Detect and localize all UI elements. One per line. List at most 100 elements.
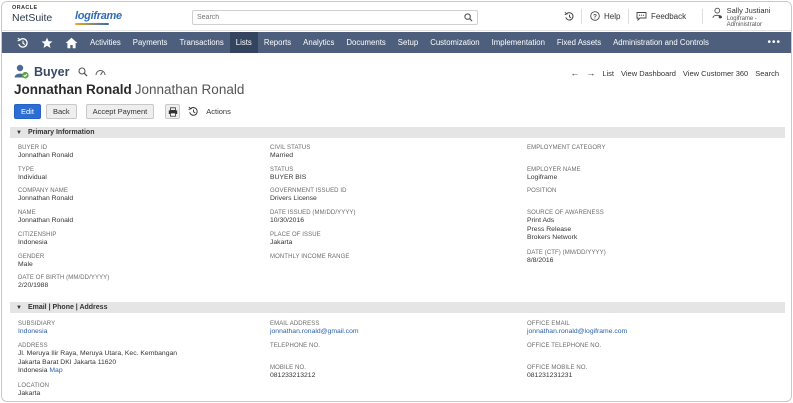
field-address: ADDRESS Jl. Meruya Ilir Raya, Meruya Uta… bbox=[18, 343, 177, 376]
view-dashboard-link[interactable]: View Dashboard bbox=[621, 69, 676, 78]
edit-button[interactable]: Edit bbox=[14, 104, 41, 119]
field-label: OFFICE TELEPHONE NO. bbox=[527, 343, 602, 349]
user-role: Logiframe - Administrator bbox=[726, 15, 762, 28]
field-label: EMPLOYER NAME bbox=[527, 167, 581, 173]
nav-fixed-assets[interactable]: Fixed Assets bbox=[551, 32, 607, 53]
top-bar-divider bbox=[628, 9, 629, 24]
record-name: Jonnathan Ronald bbox=[14, 82, 132, 97]
section-header-primary-information[interactable]: ▼ Primary Information bbox=[10, 127, 785, 138]
field-email-address: EMAIL ADDRESS jonnathan.ronald@gmail.com bbox=[270, 321, 359, 337]
field-label: GENDER bbox=[18, 254, 45, 260]
nav-reports[interactable]: Reports bbox=[258, 32, 297, 53]
nav-analytics[interactable]: Analytics bbox=[297, 32, 340, 53]
actions-menu[interactable]: Actions bbox=[206, 107, 231, 116]
section-title: Primary Information bbox=[27, 129, 95, 136]
company-logo: logiframe bbox=[75, 10, 122, 25]
record-name-secondary: Jonnathan Ronald bbox=[134, 82, 245, 97]
feedback-icon bbox=[636, 12, 647, 21]
section-title: Email | Phone | Address bbox=[27, 304, 108, 311]
field-value: Indonesia bbox=[18, 239, 48, 247]
nav-customization[interactable]: Customization bbox=[424, 32, 485, 53]
field-value: Press Release bbox=[527, 225, 572, 233]
dashboard-gauge-icon[interactable] bbox=[95, 67, 106, 77]
netsuite-wordmark: NetSuite bbox=[12, 11, 53, 24]
accept-payment-button[interactable]: Accept Payment bbox=[85, 104, 155, 119]
user-menu[interactable]: Sally Justiani Logiframe - Administrator bbox=[712, 6, 791, 28]
field-date-of-birth: DATE OF BIRTH (MM/DD/YYYY) 2/20/1988 bbox=[18, 275, 109, 291]
help-link[interactable]: ? Help bbox=[590, 11, 620, 21]
field-status: STATUS BUYER BIS bbox=[270, 167, 306, 183]
help-label: Help bbox=[604, 11, 621, 21]
nav-more-menu[interactable]: ••• bbox=[767, 32, 781, 53]
field-label: SOURCE OF AWARENESS bbox=[527, 210, 604, 216]
global-search-input[interactable] bbox=[193, 11, 453, 24]
field-value: Indonesia bbox=[18, 367, 48, 375]
nav-documents[interactable]: Documents bbox=[340, 32, 391, 53]
netsuite-logo[interactable]: ORACLE NetSuite bbox=[12, 5, 53, 24]
chevron-down-icon[interactable]: ▼ bbox=[16, 305, 22, 311]
map-link[interactable]: Map bbox=[49, 367, 62, 374]
field-value[interactable]: jonnathan.ronald@gmail.com bbox=[270, 328, 359, 336]
print-button[interactable] bbox=[165, 104, 181, 119]
nav-payments[interactable]: Payments bbox=[127, 32, 174, 53]
record-search-link[interactable]: Search bbox=[755, 69, 779, 78]
company-logo-text: logiframe bbox=[75, 10, 122, 22]
field-label: DATE ISSUED (MM/DD/YYYY) bbox=[270, 210, 356, 216]
record-search-icon[interactable] bbox=[78, 66, 88, 77]
nav-setup[interactable]: Setup bbox=[392, 32, 424, 53]
favorites-star-icon[interactable] bbox=[38, 32, 56, 53]
nav-administration-and-controls[interactable]: Administration and Controls bbox=[607, 32, 715, 53]
recent-records-icon[interactable] bbox=[564, 11, 575, 22]
app-window: ORACLE NetSuite logiframe ? Help Feedbac… bbox=[1, 1, 792, 402]
feedback-label: Feedback bbox=[651, 11, 687, 21]
field-telephone-no: TELEPHONE NO. bbox=[270, 343, 320, 350]
field-buyer-id: BUYER ID Jonnathan Ronald bbox=[18, 145, 73, 161]
field-value: Logiframe bbox=[527, 174, 558, 182]
field-value[interactable]: Indonesia bbox=[18, 328, 55, 336]
nav-lists[interactable]: Lists bbox=[229, 32, 258, 53]
field-gender: GENDER Male bbox=[18, 254, 44, 270]
top-bar: ORACLE NetSuite logiframe ? Help Feedbac… bbox=[2, 2, 791, 31]
field-office-telephone-no: OFFICE TELEPHONE NO. bbox=[527, 343, 601, 350]
field-type: TYPE Individual bbox=[18, 167, 47, 183]
recent-icon[interactable] bbox=[14, 32, 32, 53]
home-icon[interactable] bbox=[62, 32, 80, 53]
field-label: NAME bbox=[18, 210, 36, 216]
field-label: EMAIL ADDRESS bbox=[270, 321, 320, 327]
next-record-arrow-icon[interactable]: → bbox=[586, 68, 595, 78]
history-icon[interactable] bbox=[188, 106, 199, 117]
field-date-issued: DATE ISSUED (MM/DD/YYYY) 10/30/2016 bbox=[270, 210, 356, 226]
feedback-link[interactable]: Feedback bbox=[636, 11, 686, 21]
field-value: 10/30/2016 bbox=[270, 217, 305, 225]
back-button[interactable]: Back bbox=[45, 104, 77, 119]
user-name: Sally Justiani bbox=[726, 6, 771, 15]
record-button-bar: Edit Back Accept Payment Actions bbox=[14, 104, 231, 119]
list-link[interactable]: List bbox=[602, 69, 614, 78]
nav-activities[interactable]: Activities bbox=[84, 32, 127, 53]
field-label: ADDRESS bbox=[18, 343, 48, 349]
top-bar-divider bbox=[702, 9, 703, 24]
section-header-email-phone-address[interactable]: ▼ Email | Phone | Address bbox=[10, 302, 785, 313]
view-customer-360-link[interactable]: View Customer 360 bbox=[683, 69, 748, 78]
field-citizenship: CITIZENSHIP Indonesia bbox=[18, 232, 56, 248]
field-civil-status: CIVIL STATUS Married bbox=[270, 145, 310, 161]
field-place-of-issue: PLACE OF ISSUE Jakarta bbox=[270, 232, 321, 248]
previous-record-arrow-icon[interactable]: ← bbox=[570, 68, 579, 78]
field-date-ctf: DATE (CTF) (MM/DD/YYYY) 8/8/2016 bbox=[527, 250, 606, 266]
search-icon[interactable] bbox=[464, 13, 473, 22]
field-value: 8/8/2016 bbox=[527, 257, 554, 265]
field-value: Individual bbox=[18, 174, 47, 182]
chevron-down-icon[interactable]: ▼ bbox=[16, 130, 22, 136]
field-label: POSITION bbox=[527, 188, 557, 194]
field-value: Jonnathan Ronald bbox=[18, 152, 74, 160]
nav-implementation[interactable]: Implementation bbox=[486, 32, 551, 53]
company-logo-swoosh bbox=[75, 23, 109, 25]
buyer-record-icon bbox=[14, 64, 29, 79]
field-office-email: OFFICE EMAIL jonnathan.ronald@logiframe.… bbox=[527, 321, 627, 337]
field-office-mobile-no: OFFICE MOBILE NO. 081231231231 bbox=[527, 365, 587, 381]
field-employment-category: EMPLOYMENT CATEGORY bbox=[527, 145, 606, 152]
global-search-box[interactable] bbox=[192, 10, 478, 25]
nav-transactions[interactable]: Transactions bbox=[173, 32, 229, 53]
field-value[interactable]: jonnathan.ronald@logiframe.com bbox=[527, 328, 627, 336]
field-value: 2/20/1988 bbox=[18, 282, 49, 290]
